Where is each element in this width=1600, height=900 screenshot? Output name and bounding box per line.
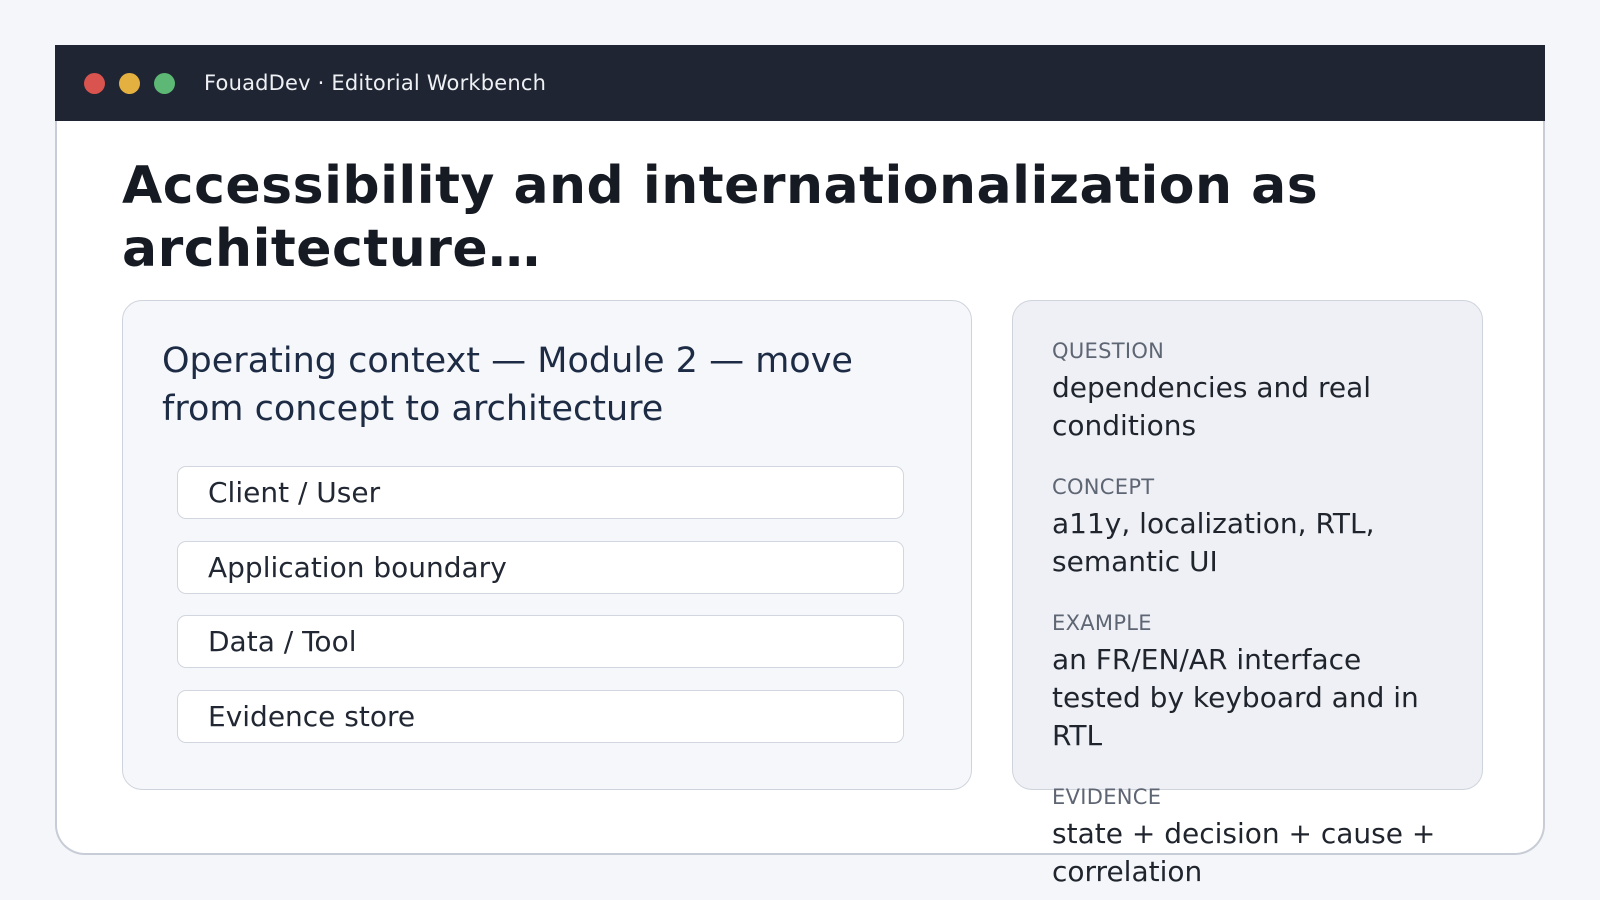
app-title: FouadDev · Editorial Workbench [204, 71, 547, 95]
layer-label: Evidence store [208, 700, 416, 733]
page-title: Accessibility and internationalization a… [122, 156, 1319, 279]
layer-client-user: Client / User [177, 466, 904, 519]
context-heading: Operating context — Module 2 — move from… [162, 341, 853, 429]
note-label: EVIDENCE [1052, 785, 1162, 809]
note-question: QUESTION dependencies and real condition… [1052, 337, 1452, 445]
notes-card: QUESTION dependencies and real condition… [1012, 300, 1483, 888]
app-window: FouadDev · Editorial Workbench Accessibi… [55, 45, 1545, 888]
layer-label: Application boundary [208, 551, 507, 584]
layer-label: Client / User [208, 476, 381, 509]
layer-data-tool: Data / Tool [177, 615, 904, 668]
note-label: QUESTION [1052, 339, 1165, 363]
note-example: EXAMPLE an FR/EN/AR interface tested by … [1052, 609, 1452, 755]
title-bar: FouadDev · Editorial Workbench [55, 45, 1545, 121]
note-label: CONCEPT [1052, 475, 1155, 499]
note-evidence: EVIDENCE state + decision + cause + corr… [1052, 783, 1452, 891]
layer-application-boundary: Application boundary [177, 541, 904, 594]
note-value: state + decision + cause + correlation [1052, 817, 1436, 888]
note-concept: CONCEPT a11y, localization, RTL, semanti… [1052, 473, 1452, 581]
minimize-window-button[interactable] [119, 72, 140, 94]
note-value: an FR/EN/AR interface tested by keyboard… [1052, 643, 1419, 752]
operating-context-card: Operating context — Module 2 — move from… [122, 300, 972, 790]
note-value: a11y, localization, RTL, semantic UI [1052, 507, 1375, 578]
maximize-window-button[interactable] [154, 72, 175, 94]
layer-label: Data / Tool [208, 625, 357, 658]
layer-evidence-store: Evidence store [177, 690, 904, 743]
note-value: dependencies and real conditions [1052, 371, 1372, 442]
note-label: EXAMPLE [1052, 611, 1152, 635]
close-window-button[interactable] [84, 72, 105, 94]
